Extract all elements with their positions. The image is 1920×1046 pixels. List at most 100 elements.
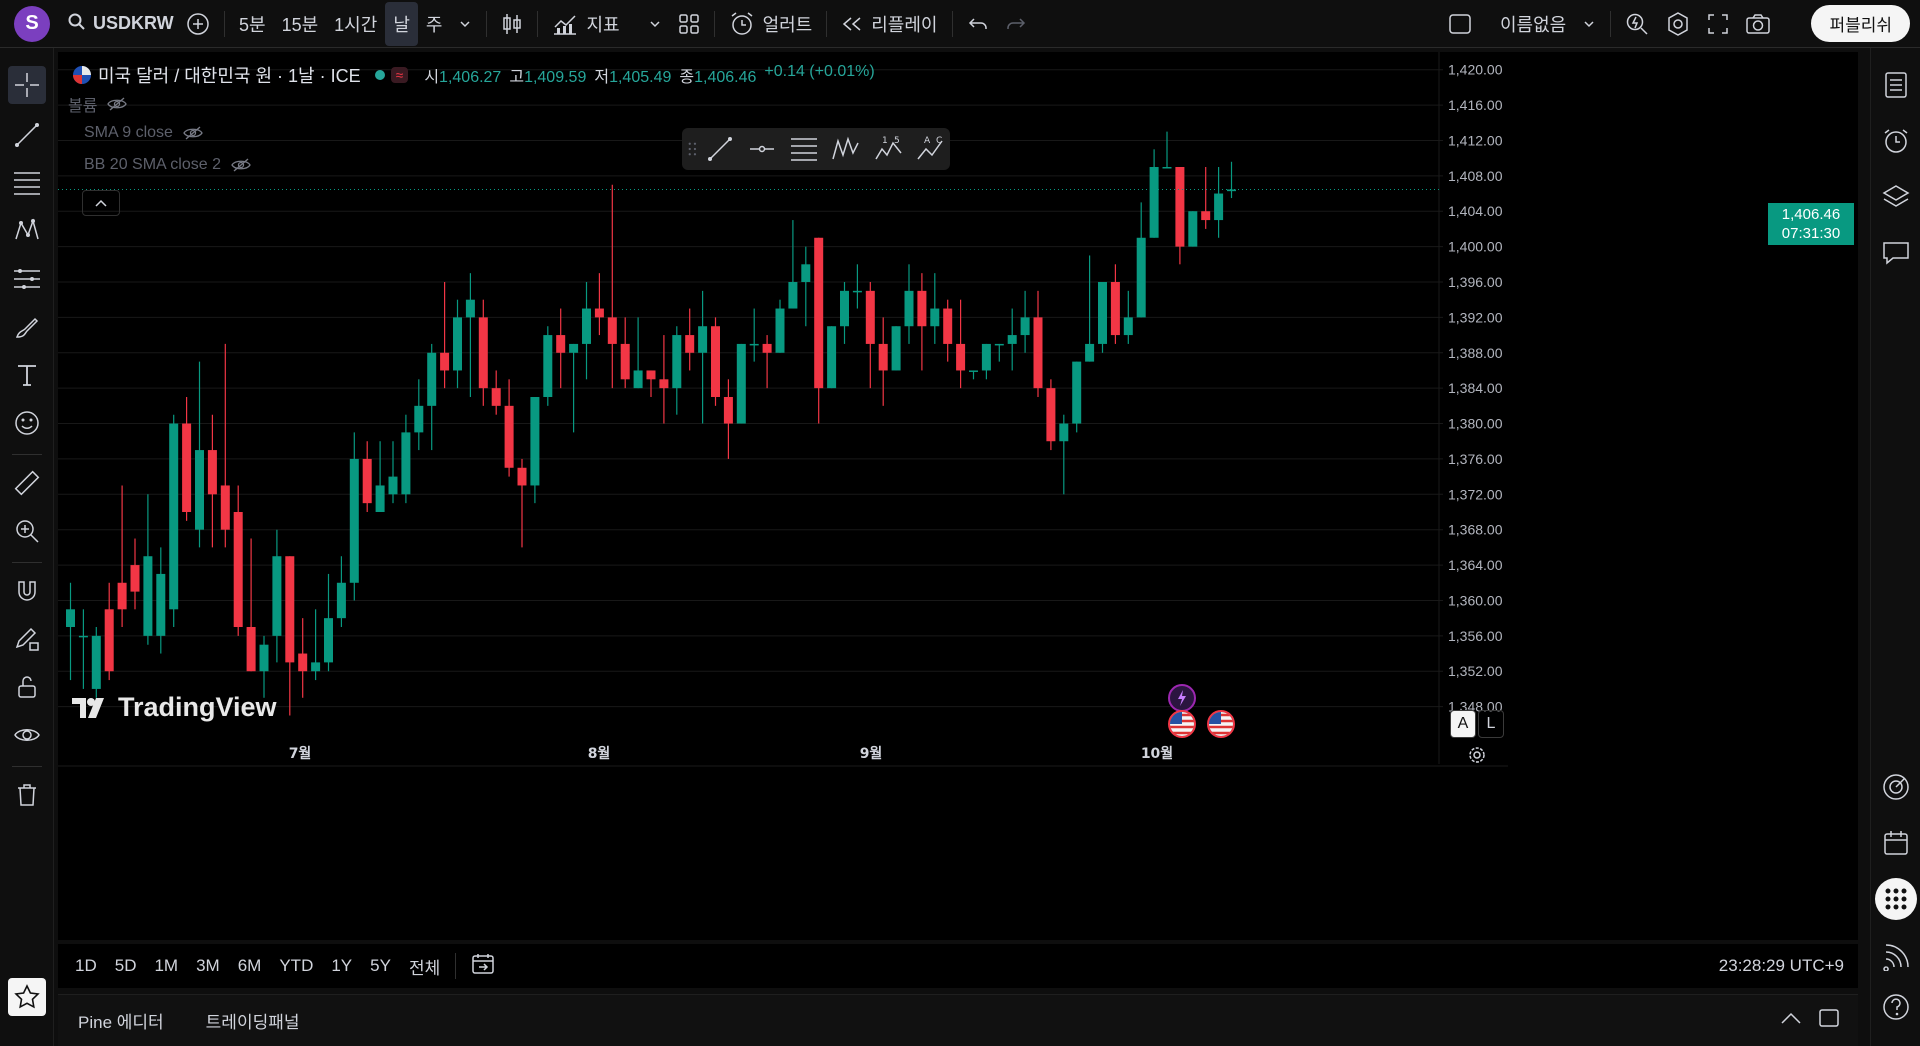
brush-tool[interactable] xyxy=(8,308,46,346)
timezone-clock[interactable]: 23:28:29 UTC+9 xyxy=(1719,956,1844,976)
candle-body[interactable] xyxy=(569,343,579,353)
candle-body[interactable] xyxy=(182,423,192,512)
candle-body[interactable] xyxy=(530,397,540,486)
streams-button[interactable] xyxy=(1877,938,1915,976)
candle-body[interactable] xyxy=(840,290,849,327)
delete-drawings-tool[interactable] xyxy=(8,776,46,814)
candle-body[interactable] xyxy=(220,485,230,530)
range-5d[interactable]: 5D xyxy=(106,956,146,976)
candle-body[interactable] xyxy=(349,458,359,583)
candle-body[interactable] xyxy=(401,432,411,495)
us-economic-event-icon[interactable] xyxy=(1168,710,1196,738)
candle-body[interactable] xyxy=(943,308,953,344)
candle-body[interactable] xyxy=(207,450,217,495)
candle-body[interactable] xyxy=(969,370,978,372)
favorites-button[interactable] xyxy=(8,978,46,1016)
calendar-button[interactable] xyxy=(1877,824,1915,862)
candle-body[interactable] xyxy=(1162,167,1172,169)
panel-maximize-button[interactable] xyxy=(1818,1008,1840,1033)
layout-dropdown[interactable] xyxy=(1574,4,1604,44)
range-3m[interactable]: 3M xyxy=(187,956,229,976)
lock-drawing-tool[interactable] xyxy=(8,620,46,658)
layout-button[interactable] xyxy=(1440,4,1480,44)
zoom-tool[interactable] xyxy=(8,512,46,550)
range-5y[interactable]: 5Y xyxy=(361,956,400,976)
publish-button[interactable]: 퍼블리쉬 xyxy=(1811,5,1910,42)
candle-body[interactable] xyxy=(143,556,153,636)
candle-body[interactable] xyxy=(788,282,798,309)
quick-search-button[interactable] xyxy=(1617,4,1657,44)
candle-body[interactable] xyxy=(685,335,695,353)
auto-scale-button[interactable]: A xyxy=(1450,710,1476,738)
candle-body[interactable] xyxy=(504,405,514,468)
candle-body[interactable] xyxy=(1072,361,1082,424)
apps-button[interactable] xyxy=(1875,878,1917,920)
candle-body[interactable] xyxy=(1123,317,1133,336)
draw-elliott-wave[interactable]: 15 xyxy=(870,131,908,167)
candle-body[interactable] xyxy=(362,458,372,504)
add-symbol-button[interactable] xyxy=(178,4,218,44)
candle-body[interactable] xyxy=(1085,343,1095,362)
object-tree-button[interactable] xyxy=(1877,178,1915,216)
tab-pine-editor[interactable]: Pine 에디터 xyxy=(72,1008,170,1033)
replay-button[interactable]: 리플레이 xyxy=(833,4,945,44)
dividend-event-icon[interactable] xyxy=(1168,684,1196,712)
candle-body[interactable] xyxy=(298,653,308,672)
sma-legend[interactable]: SMA 9 close xyxy=(84,124,203,142)
candle-body[interactable] xyxy=(130,565,140,592)
candle-body[interactable] xyxy=(801,264,811,282)
magnet-tool[interactable] xyxy=(8,572,46,610)
bb-legend[interactable]: BB 20 SMA close 2 xyxy=(84,156,251,174)
panel-expand-button[interactable] xyxy=(1780,1011,1802,1030)
draw-horizontal-ray[interactable] xyxy=(743,131,781,167)
candle-body[interactable] xyxy=(762,343,772,353)
us-economic-event-icon-2[interactable] xyxy=(1207,710,1235,738)
range-1m[interactable]: 1M xyxy=(145,956,187,976)
candle-body[interactable] xyxy=(233,512,243,627)
candle-body[interactable] xyxy=(285,556,295,663)
interval-day[interactable]: 날 xyxy=(385,1,418,46)
alerts-panel-button[interactable] xyxy=(1877,122,1915,160)
candle-body[interactable] xyxy=(814,237,824,389)
candle-body[interactable] xyxy=(852,290,862,293)
indicators-dropdown[interactable] xyxy=(640,4,670,44)
chart-pane[interactable]: 1,420.00 1,416.00 1,412.00 1,408.00 1,404.00… xyxy=(58,52,1858,940)
candle-body[interactable] xyxy=(117,582,127,610)
candle-body[interactable] xyxy=(491,388,501,406)
candle-body[interactable] xyxy=(104,609,114,672)
log-scale-button[interactable]: L xyxy=(1478,710,1504,738)
candle-body[interactable] xyxy=(981,343,991,371)
candle-body[interactable] xyxy=(311,662,321,672)
candle-body[interactable] xyxy=(672,335,682,389)
volume-legend[interactable]: 볼륨 xyxy=(68,92,128,116)
candle-body[interactable] xyxy=(543,335,553,397)
candle-body[interactable] xyxy=(594,308,604,318)
interval-1h[interactable]: 1시간 xyxy=(326,4,385,44)
legend-collapse-button[interactable] xyxy=(82,190,120,216)
candle-body[interactable] xyxy=(723,397,733,424)
candle-body[interactable] xyxy=(1201,211,1211,221)
interval-dropdown[interactable] xyxy=(450,4,480,44)
candle-body[interactable] xyxy=(195,450,204,530)
chart-type-button[interactable] xyxy=(493,4,531,44)
hide-drawings-tool[interactable] xyxy=(8,716,46,754)
candle-body[interactable] xyxy=(878,343,888,371)
candle-body[interactable] xyxy=(440,352,450,371)
indicators-button[interactable]: 지표 xyxy=(544,4,627,44)
pattern-tool[interactable] xyxy=(8,212,46,250)
candle-body[interactable] xyxy=(1059,423,1069,442)
candle-body[interactable] xyxy=(259,644,269,672)
candle-body[interactable] xyxy=(994,343,1004,346)
watchlist-button[interactable] xyxy=(1877,66,1915,104)
range-6m[interactable]: 6M xyxy=(229,956,271,976)
candle-body[interactable] xyxy=(659,379,669,389)
candle-body[interactable] xyxy=(775,308,785,353)
undo-button[interactable] xyxy=(959,4,997,44)
candle-body[interactable] xyxy=(156,573,166,636)
candle-body[interactable] xyxy=(1098,282,1107,344)
candle-body[interactable] xyxy=(904,290,914,327)
candle-body[interactable] xyxy=(620,343,630,380)
draw-trend-line[interactable] xyxy=(701,131,739,167)
candle-body[interactable] xyxy=(427,352,437,406)
candle-body[interactable] xyxy=(1046,388,1056,442)
